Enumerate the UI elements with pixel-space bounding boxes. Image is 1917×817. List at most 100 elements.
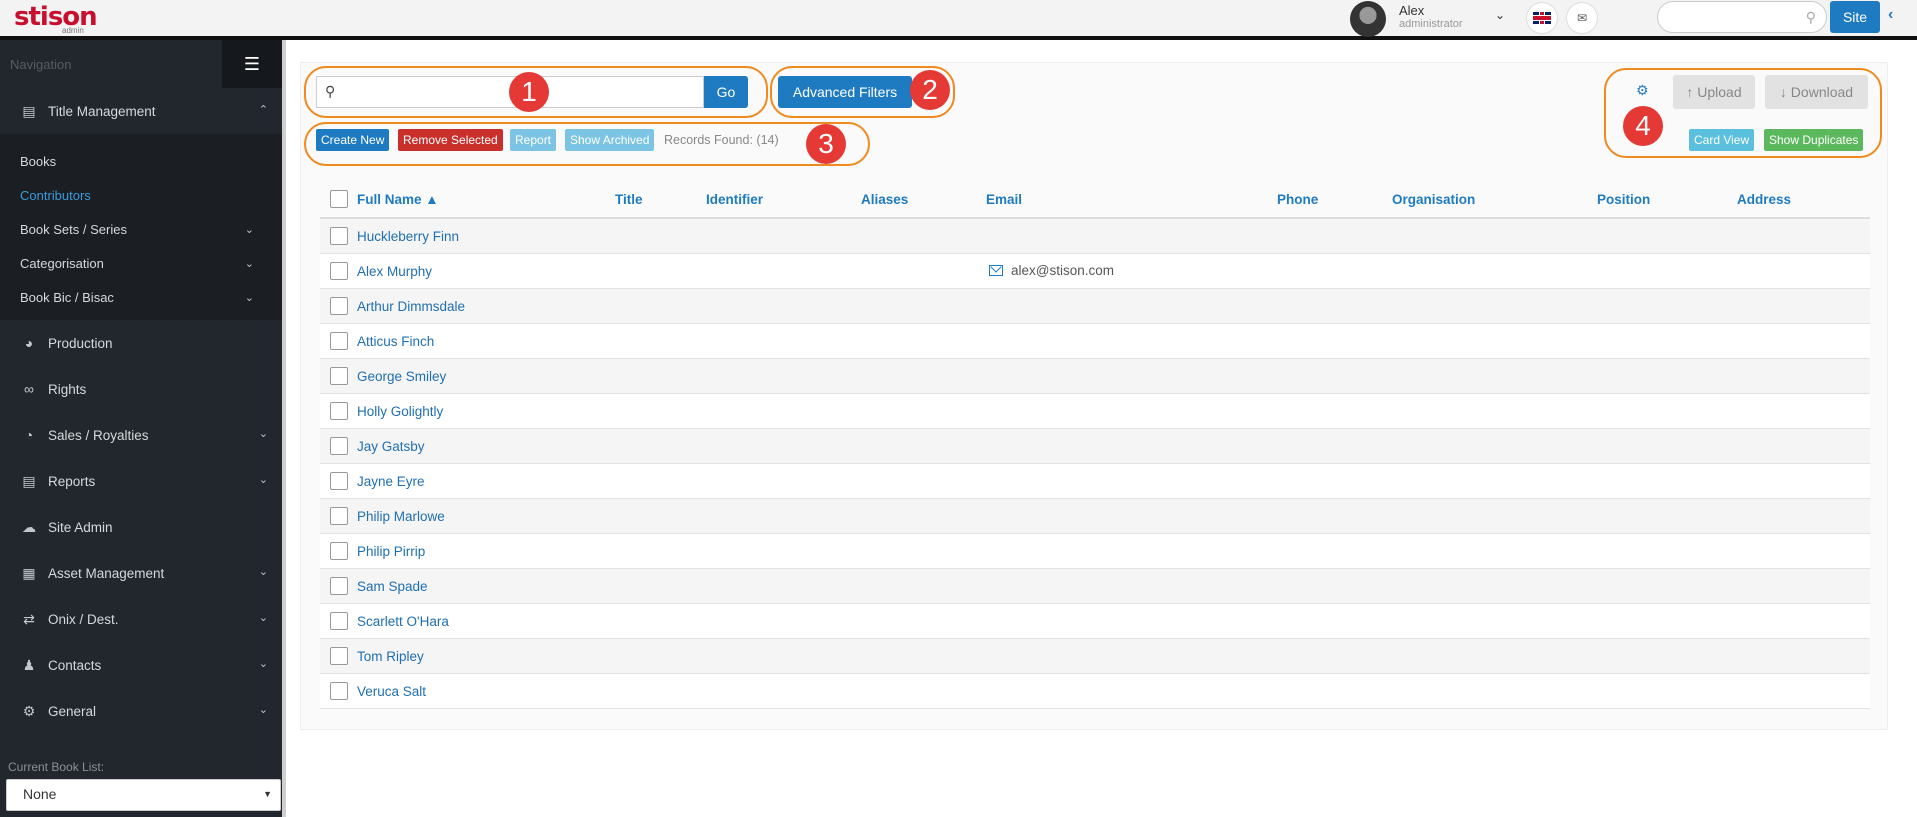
row-checkbox[interactable] <box>330 682 348 700</box>
messages-button[interactable]: ✉ <box>1566 2 1598 34</box>
table-header: Full Name ▲ Title Identifier Aliases Ema… <box>320 184 1870 219</box>
row-checkbox[interactable] <box>330 472 348 490</box>
sidebar-item-sales-royalties[interactable]: ◔ Sales / Royalties ⌄ <box>0 412 282 458</box>
chevron-down-icon[interactable]: ⌄ <box>1495 8 1505 22</box>
column-header-address[interactable]: Address <box>1737 192 1791 207</box>
sidebar-item-label: Reports <box>48 473 96 489</box>
table-row[interactable]: Scarlett O'Hara <box>320 604 1870 639</box>
table-row[interactable]: Jay Gatsby <box>320 429 1870 464</box>
table-row[interactable]: Tom Ripley <box>320 639 1870 674</box>
callout-outline <box>304 122 870 166</box>
table-row[interactable]: Huckleberry Finn <box>320 219 1870 254</box>
column-header-phone[interactable]: Phone <box>1277 192 1318 207</box>
row-checkbox[interactable] <box>330 332 348 350</box>
row-checkbox[interactable] <box>330 297 348 315</box>
sidebar-item-book-sets[interactable]: Book Sets / Series ⌄ <box>0 212 282 246</box>
row-checkbox[interactable] <box>330 262 348 280</box>
row-checkbox[interactable] <box>330 437 348 455</box>
sidebar-item-categorisation[interactable]: Categorisation ⌄ <box>0 246 282 280</box>
sidebar-item-contributors[interactable]: Contributors <box>0 178 282 212</box>
column-header-position[interactable]: Position <box>1597 192 1650 207</box>
sidebar-item-general[interactable]: ⚙ General ⌄ <box>0 688 282 734</box>
global-search-input[interactable]: ⚲ <box>1657 1 1827 33</box>
table-row[interactable]: Philip Pirrip <box>320 534 1870 569</box>
chevron-left-icon[interactable]: ‹ <box>1888 6 1893 24</box>
sidebar-item-label: General <box>48 703 97 719</box>
row-checkbox[interactable] <box>330 367 348 385</box>
contributor-name-link[interactable]: Atticus Finch <box>357 334 434 349</box>
table-row[interactable]: Philip Marlowe <box>320 499 1870 534</box>
contributor-name-link[interactable]: George Smiley <box>357 369 446 384</box>
sidebar-item-label: Sales / Royalties <box>48 427 149 443</box>
site-button[interactable]: Site <box>1830 1 1880 33</box>
contributor-name-link[interactable]: Huckleberry Finn <box>357 229 459 244</box>
contributor-name-link[interactable]: Tom Ripley <box>357 649 424 664</box>
column-header-identifier[interactable]: Identifier <box>706 192 763 207</box>
sidebar-item-book-bic[interactable]: Book Bic / Bisac ⌄ <box>0 280 282 314</box>
table-row[interactable]: Jayne Eyre <box>320 464 1870 499</box>
select-all-checkbox[interactable] <box>330 190 348 208</box>
column-header-full-name[interactable]: Full Name ▲ <box>357 192 439 207</box>
chevron-up-icon: ⌃ <box>258 104 268 116</box>
row-checkbox[interactable] <box>330 647 348 665</box>
row-checkbox[interactable] <box>330 542 348 560</box>
contributor-name-link[interactable]: Philip Pirrip <box>357 544 425 559</box>
menu-toggle-button[interactable]: ☰ <box>222 40 282 88</box>
chevron-down-icon: ⌄ <box>258 658 268 670</box>
user-avatar[interactable] <box>1350 1 1386 37</box>
sidebar-item-rights[interactable]: ∞ Rights <box>0 366 282 412</box>
table-row[interactable]: Alex Murphy alex@stison.com <box>320 254 1870 289</box>
book-list-select[interactable]: None ▼ <box>6 779 281 811</box>
contributor-name-link[interactable]: Jayne Eyre <box>357 474 425 489</box>
row-checkbox[interactable] <box>330 507 348 525</box>
sidebar-item-asset-management[interactable]: ▦ Asset Management ⌄ <box>0 550 282 596</box>
sidebar-item-site-admin[interactable]: ☁ Site Admin <box>0 504 282 550</box>
column-header-organisation[interactable]: Organisation <box>1392 192 1475 207</box>
column-header-email[interactable]: Email <box>986 192 1022 207</box>
table-row[interactable]: Veruca Salt <box>320 674 1870 709</box>
row-checkbox[interactable] <box>330 402 348 420</box>
cloud-icon: ☁ <box>22 518 36 535</box>
user-name[interactable]: Alex <box>1399 3 1424 18</box>
sidebar-item-reports[interactable]: ▤ Reports ⌄ <box>0 458 282 504</box>
contributor-name-link[interactable]: Philip Marlowe <box>357 509 445 524</box>
envelope-icon: ✉ <box>1576 11 1588 25</box>
callout-badge: 4 <box>1623 106 1663 146</box>
chevron-down-icon: ⌄ <box>244 292 254 304</box>
sidebar-item-title-management[interactable]: ▤ Title Management ⌃ <box>0 88 282 134</box>
table-row[interactable]: George Smiley <box>320 359 1870 394</box>
sidebar-item-onix[interactable]: ⇄ Onix / Dest. ⌄ <box>0 596 282 642</box>
table-row[interactable]: Arthur Dimmsdale <box>320 289 1870 324</box>
row-checkbox[interactable] <box>330 612 348 630</box>
sidebar-item-production[interactable]: ◕ Production <box>0 320 282 366</box>
pie-chart-icon: ◔ <box>24 427 34 443</box>
row-checkbox[interactable] <box>330 227 348 245</box>
table-row[interactable]: Sam Spade <box>320 569 1870 604</box>
callout-badge: 1 <box>509 72 549 112</box>
sidebar-item-label: Categorisation <box>20 255 104 271</box>
table-row[interactable]: Holly Golightly <box>320 394 1870 429</box>
contributor-name-link[interactable]: Arthur Dimmsdale <box>357 299 465 314</box>
sidebar-item-label: Contributors <box>20 187 91 203</box>
table-row[interactable]: Atticus Finch <box>320 324 1870 359</box>
table-body: Huckleberry Finn Alex Murphy alex@stison.c… <box>320 219 1870 709</box>
sidebar-item-label: Title Management <box>48 103 156 119</box>
sidebar-item-contacts[interactable]: ♟ Contacts ⌄ <box>0 642 282 688</box>
users-icon: ♟ <box>22 656 36 673</box>
contributor-name-link[interactable]: Jay Gatsby <box>357 439 425 454</box>
contributor-name-link[interactable]: Alex Murphy <box>357 264 432 279</box>
column-header-title[interactable]: Title <box>615 192 643 207</box>
sidebar-scrollbar[interactable] <box>282 40 286 817</box>
contributor-name-link[interactable]: Scarlett O'Hara <box>357 614 449 629</box>
sidebar-item-label: Site Admin <box>48 519 113 535</box>
column-header-aliases[interactable]: Aliases <box>861 192 908 207</box>
sidebar-item-books[interactable]: Books <box>0 144 282 178</box>
contributor-name-link[interactable]: Holly Golightly <box>357 404 443 419</box>
contributor-name-link[interactable]: Sam Spade <box>357 579 428 594</box>
app-logo[interactable]: stison <box>14 2 98 32</box>
language-button[interactable] <box>1526 2 1558 34</box>
contributor-name-link[interactable]: Veruca Salt <box>357 684 426 699</box>
email-text: alex@stison.com <box>1011 263 1114 278</box>
callout-badge: 2 <box>910 70 950 110</box>
row-checkbox[interactable] <box>330 577 348 595</box>
